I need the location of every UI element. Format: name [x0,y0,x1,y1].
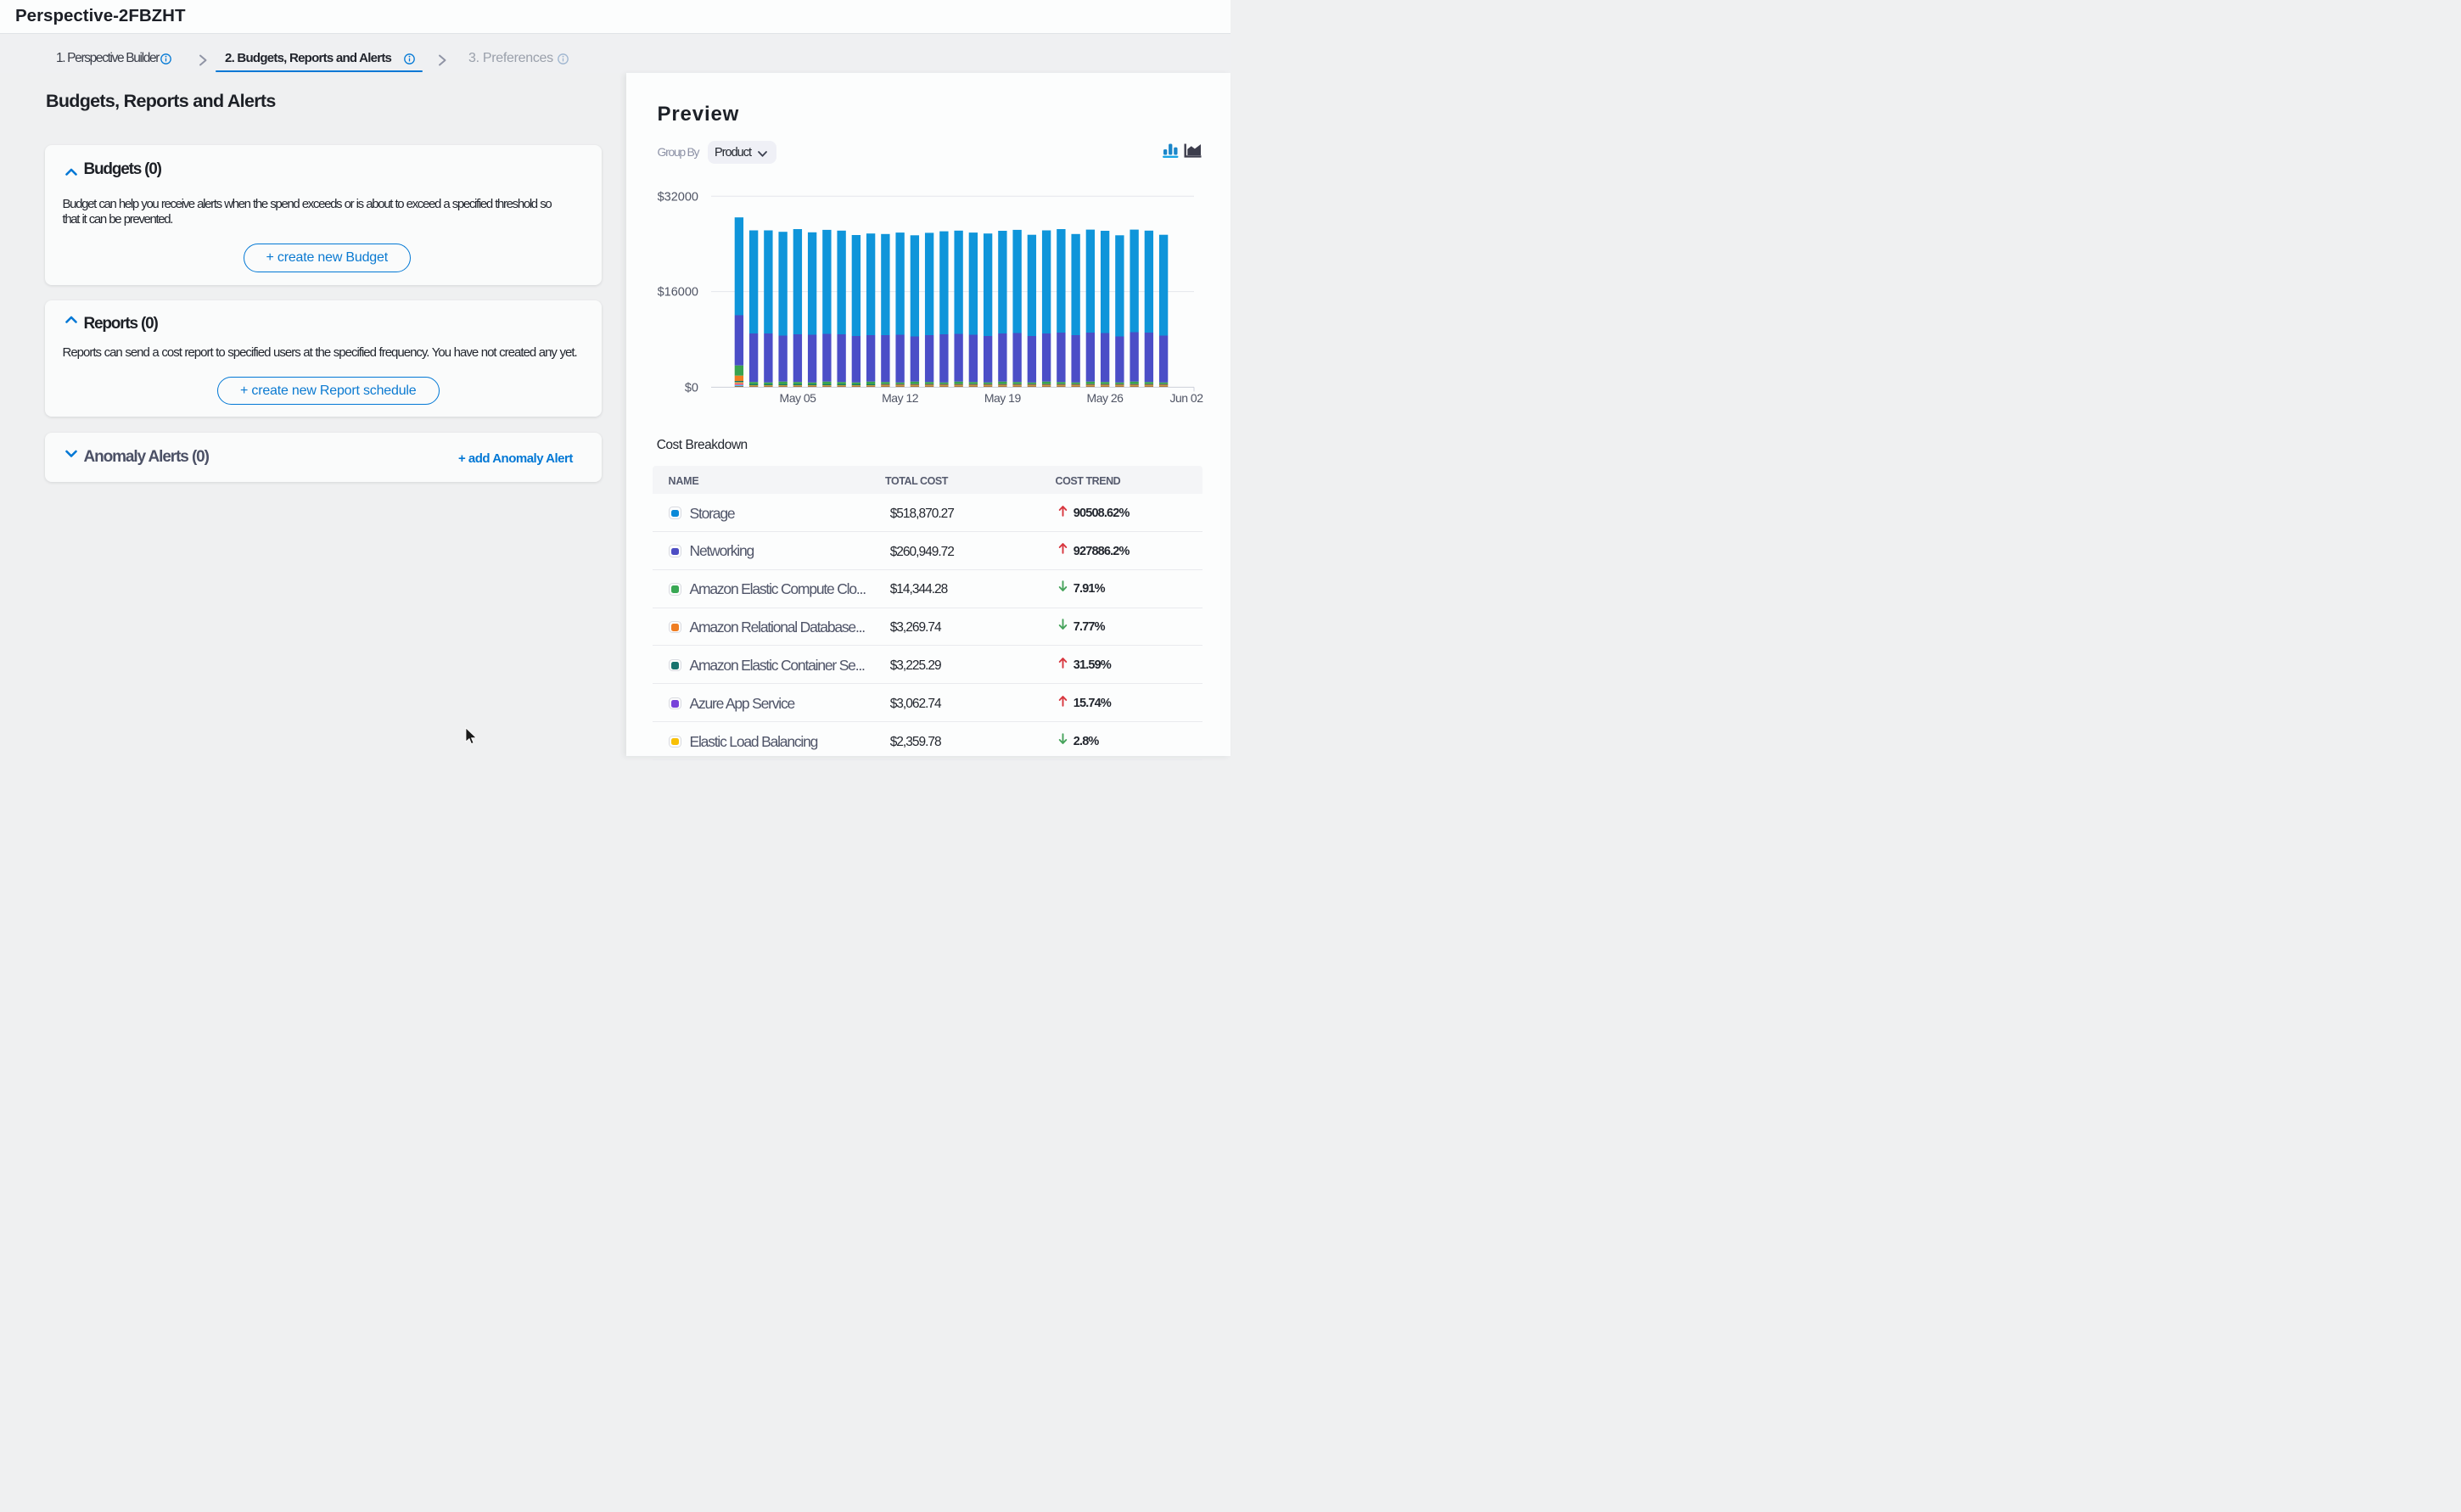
svg-text:$32000: $32000 [658,190,698,204]
svg-text:May 19: May 19 [984,391,1022,405]
svg-text:Jun 02: Jun 02 [1169,391,1203,405]
svg-text:May 12: May 12 [882,391,919,405]
svg-text:May 26: May 26 [1087,391,1124,405]
svg-text:$0: $0 [685,381,698,395]
svg-text:May 05: May 05 [780,391,817,405]
svg-text:$16000: $16000 [658,286,698,300]
